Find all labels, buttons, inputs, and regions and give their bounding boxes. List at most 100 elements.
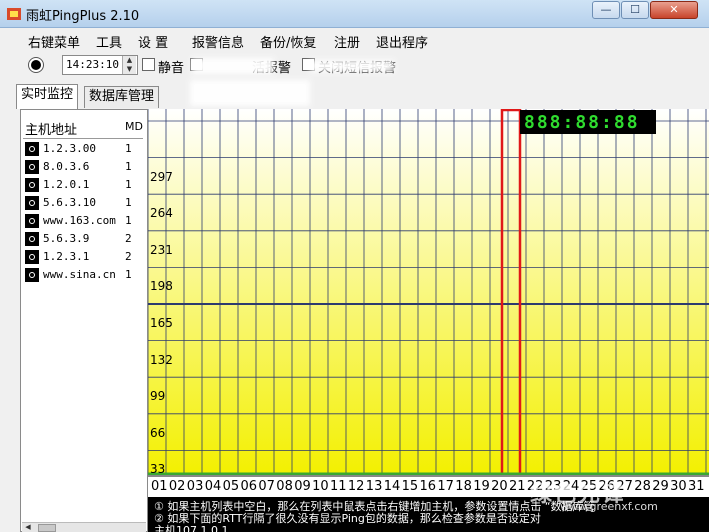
x-tick-label: 03 — [186, 479, 204, 494]
maximize-button[interactable]: ☐ — [621, 1, 649, 19]
x-tick-label: 05 — [222, 479, 240, 494]
host-md: 2 — [125, 250, 132, 263]
x-tick-label: 11 — [330, 479, 347, 494]
time-value: 14:23:10 — [66, 58, 119, 71]
header-divider — [23, 138, 143, 139]
host-md: 1 — [125, 160, 132, 173]
host-address: 8.0.3.6 — [43, 160, 90, 173]
md-header[interactable]: MD — [125, 120, 143, 133]
x-tick-label: 06 — [240, 479, 258, 494]
host-icon — [25, 160, 39, 174]
x-tick-label: 21 — [509, 479, 526, 494]
spin-down-icon[interactable]: ▼ — [123, 65, 136, 74]
window-title: 雨虹PingPlus 2.10 — [26, 9, 140, 24]
toolbar: 14:23:10 ▲ ▼ 静音 活报警 关闭短信报警 — [0, 52, 709, 78]
x-tick-label: 13 — [365, 479, 383, 494]
x-tick-label: 14 — [383, 479, 401, 494]
menu-settings[interactable]: 设 置 — [138, 32, 168, 51]
host-icon — [25, 232, 39, 246]
host-row[interactable]: 5.6.3.10 1 — [25, 194, 147, 212]
tab-database-management[interactable]: 数据库管理 — [84, 86, 160, 108]
host-address: www.163.com — [43, 214, 116, 227]
y-tick-label: 264 — [150, 206, 173, 221]
host-address: 1.2.0.1 — [43, 178, 90, 191]
host-md: 1 — [125, 214, 132, 227]
close-button[interactable]: ✕ — [650, 1, 698, 19]
x-tick-label: 01 — [151, 479, 168, 494]
time-spinner[interactable]: ▲ ▼ — [122, 56, 136, 74]
digital-clock: 888:88:88 — [520, 110, 656, 134]
y-tick-label: 297 — [150, 169, 173, 184]
blurred-region — [192, 58, 274, 74]
tip-line: 主机107.1.0.1 — [154, 524, 229, 532]
minimize-button[interactable]: — — [592, 1, 620, 19]
menu-bar: 右键菜单 工具 设 置 报警信息 备份/恢复 注册 退出程序 — [0, 29, 709, 51]
y-tick-label: 66 — [150, 425, 166, 440]
menu-register[interactable]: 注册 — [334, 32, 360, 51]
host-address: 5.6.3.10 — [43, 196, 96, 209]
y-tick-label: 99 — [150, 389, 166, 404]
host-row[interactable]: 1.2.3.1 2 — [25, 248, 147, 266]
x-tick-label: 08 — [276, 479, 293, 494]
y-tick-label: 132 — [150, 352, 173, 367]
host-icon — [25, 178, 39, 192]
monitor-radio[interactable] — [28, 57, 44, 73]
menu-tools[interactable]: 工具 — [96, 32, 122, 51]
x-tick-label: 16 — [419, 479, 437, 494]
host-address: 1.2.3.1 — [43, 250, 90, 263]
menu-context[interactable]: 右键菜单 — [28, 32, 80, 51]
host-row[interactable]: 1.2.3.00 1 — [25, 140, 147, 158]
chart-canvas — [148, 109, 709, 475]
y-tick-label: 198 — [150, 279, 173, 294]
host-row[interactable]: www.163.com 1 — [25, 212, 147, 230]
host-icon — [25, 214, 39, 228]
horizontal-scrollbar[interactable]: ◀ — [22, 522, 146, 532]
rtt-chart: 297 264 231 198 165 132 99 66 33 888:88:88 — [148, 109, 709, 476]
x-tick-label: 07 — [258, 479, 275, 494]
host-list[interactable]: 主机地址 MD 1.2.3.00 1 8.0.3.6 1 1.2.0.1 1 5.6.… — [20, 109, 148, 532]
x-tick-label: 09 — [294, 479, 311, 494]
scroll-left-icon[interactable]: ◀ — [22, 523, 34, 532]
x-tick-label: 18 — [455, 479, 472, 494]
y-tick-label: 231 — [150, 242, 173, 257]
blurred-region — [190, 80, 310, 106]
x-tick-label: 20 — [491, 479, 508, 494]
host-md: 2 — [125, 232, 132, 245]
menu-exit[interactable]: 退出程序 — [376, 32, 428, 51]
x-tick-label: 10 — [312, 479, 329, 494]
host-md: 1 — [125, 268, 132, 281]
host-row[interactable]: 1.2.0.1 1 — [25, 176, 147, 194]
digital-clock-text: 888:88:88 — [524, 112, 640, 133]
x-tick-label: 19 — [473, 479, 490, 494]
host-row[interactable]: 8.0.3.6 1 — [25, 158, 147, 176]
scroll-thumb[interactable] — [38, 524, 56, 532]
x-tick-label: 02 — [168, 479, 186, 494]
host-icon — [25, 142, 39, 156]
spin-up-icon[interactable]: ▲ — [123, 56, 136, 65]
host-row[interactable]: www.sina.cn 1 — [25, 266, 147, 284]
x-tick-label: 17 — [437, 479, 454, 494]
host-md: 1 — [125, 196, 132, 209]
menu-alarm-info[interactable]: 报警信息 — [192, 32, 244, 51]
mute-checkbox[interactable] — [142, 58, 155, 71]
mute-label: 静音 — [158, 61, 185, 76]
x-tick-label: 30 — [670, 479, 687, 494]
chart-background — [148, 109, 709, 475]
watermark-url: www.greenxf.com — [560, 500, 658, 513]
title-bar: 雨虹PingPlus 2.10 — ☐ ✕ — [0, 0, 709, 28]
x-tick-label: 31 — [688, 479, 705, 494]
host-address: 1.2.3.00 — [43, 142, 96, 155]
x-tick-label: 29 — [652, 479, 669, 494]
host-icon — [25, 268, 39, 282]
tab-realtime-monitor[interactable]: 实时监控 — [16, 84, 79, 109]
y-tick-label: 165 — [150, 316, 173, 330]
menu-backup-restore[interactable]: 备份/恢复 — [260, 32, 316, 51]
x-tick-label: 12 — [347, 479, 365, 494]
host-address: www.sina.cn — [43, 268, 116, 281]
blurred-region — [310, 60, 394, 72]
x-tick-label: 04 — [204, 479, 222, 494]
host-icon — [25, 196, 39, 210]
host-row[interactable]: 5.6.3.9 2 — [25, 230, 147, 248]
x-tick-label: 28 — [634, 479, 651, 494]
host-address-header[interactable]: 主机地址 — [25, 119, 77, 138]
